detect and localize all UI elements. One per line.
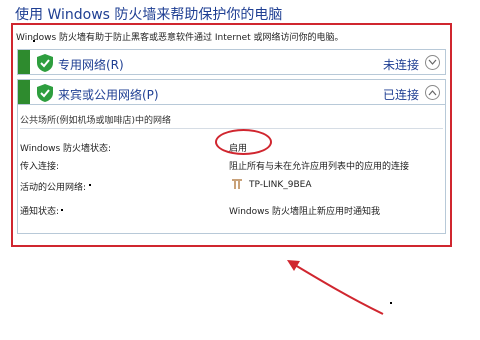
stray-dot	[61, 209, 63, 211]
stray-dot	[33, 40, 35, 42]
annotation-arrow	[287, 260, 384, 315]
stray-dot	[390, 302, 392, 304]
stray-dot	[89, 184, 91, 186]
